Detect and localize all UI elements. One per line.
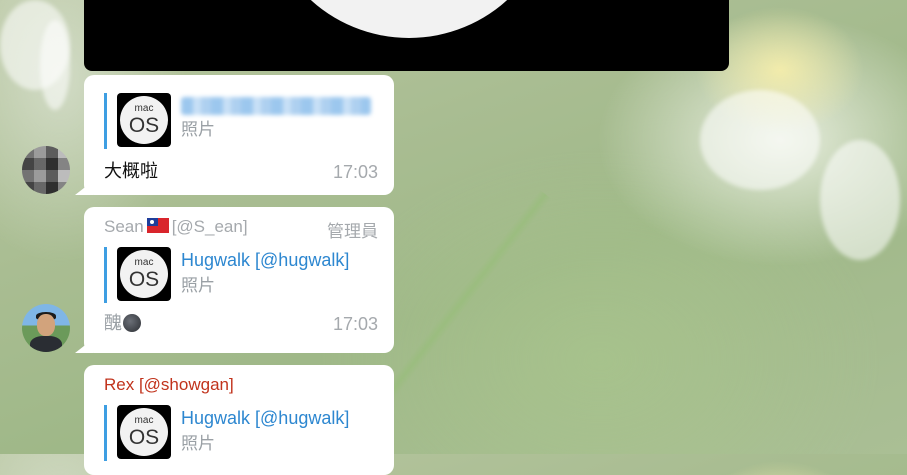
- reply-quote[interactable]: mac OS Hugwalk [@hugwalk] 照片: [104, 405, 378, 461]
- macos-logo-icon: mac OS: [120, 408, 168, 456]
- reply-kind: 照片: [181, 120, 215, 139]
- reply-quote[interactable]: mac OS 照片: [104, 93, 378, 149]
- admin-badge: 管理員: [327, 222, 378, 241]
- reply-kind: 照片: [181, 434, 215, 453]
- reply-author-redacted: [181, 97, 371, 115]
- sender-name[interactable]: Sean [@S_ean]: [104, 217, 248, 239]
- bubble-tail: [75, 181, 93, 195]
- background-petal: [820, 140, 900, 260]
- message-time: 17:03: [332, 314, 378, 334]
- reply-thumbnail: mac OS: [117, 405, 171, 459]
- background-petal: [40, 20, 70, 110]
- reply-kind: 照片: [181, 276, 215, 295]
- sender-name[interactable]: Rex [@showgan]: [104, 375, 234, 397]
- reply-quote[interactable]: mac OS Hugwalk [@hugwalk] 照片: [104, 247, 378, 303]
- reply-author: Hugwalk [@hugwalk]: [181, 408, 350, 428]
- macos-logo-icon: mac OS: [120, 96, 168, 144]
- reply-thumbnail: mac OS: [117, 247, 171, 301]
- avatar[interactable]: [22, 146, 70, 194]
- avatar-body: [30, 336, 62, 352]
- media-photo-message[interactable]: [84, 0, 729, 71]
- message-time: 17:03: [332, 162, 378, 182]
- macos-logo-icon: mac OS: [120, 250, 168, 298]
- bubble-tail: [75, 339, 93, 353]
- sender-row: Sean [@S_ean] 管理員: [104, 217, 378, 241]
- background-petal: [700, 90, 820, 190]
- new-moon-face-icon: [123, 314, 141, 332]
- photo-content: [264, 0, 554, 38]
- message-text: 醜: [104, 309, 141, 335]
- reply-author: Hugwalk [@hugwalk]: [181, 250, 350, 270]
- message-bubble[interactable]: Sean [@S_ean] 管理員 mac OS Hugwalk [@hugwal…: [75, 207, 394, 353]
- taiwan-flag-icon: [146, 218, 169, 233]
- message-text: 大概啦: [104, 161, 158, 181]
- sender-row: Rex [@showgan]: [104, 375, 378, 397]
- message-bubble[interactable]: mac OS 照片 大概啦 17:03: [75, 75, 394, 195]
- message-bubble[interactable]: Rex [@showgan] mac OS Hugwalk [@hugwalk]…: [84, 365, 394, 475]
- avatar-face: [37, 314, 55, 336]
- avatar[interactable]: [22, 304, 70, 352]
- reply-thumbnail: mac OS: [117, 93, 171, 147]
